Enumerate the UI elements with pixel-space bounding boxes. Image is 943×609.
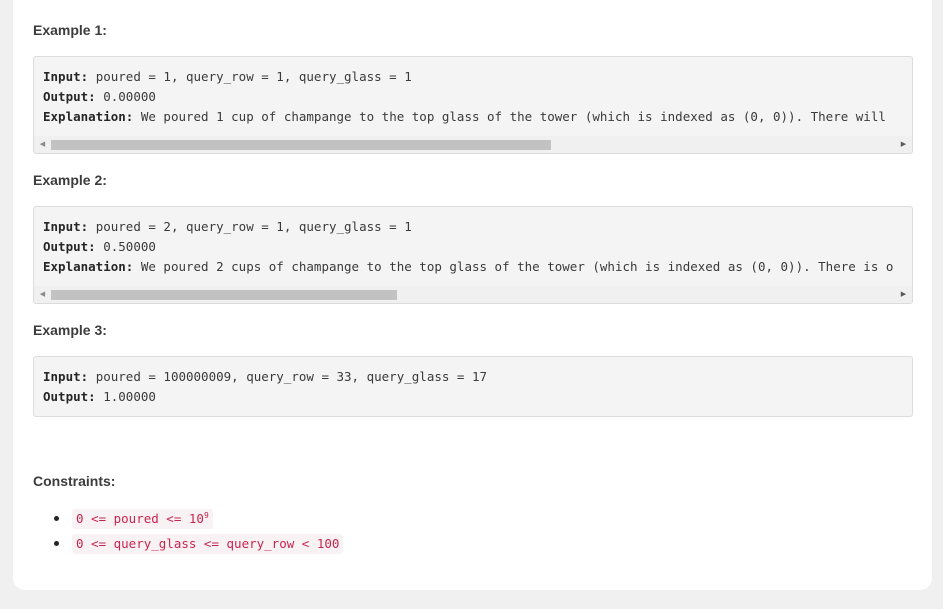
- output-value: 0.00000: [103, 89, 156, 104]
- example-2-output-line: Output: 0.50000: [43, 237, 156, 257]
- scroll-right-arrow-icon[interactable]: ▶: [895, 136, 912, 153]
- output-value: 0.50000: [103, 239, 156, 254]
- input-label: Input:: [43, 219, 89, 234]
- explanation-label: Explanation:: [43, 109, 134, 124]
- example-1-code-block: Input: poured = 1, query_row = 1, query_…: [33, 56, 913, 154]
- constraint-text: 0 <= query_glass <= query_row < 100: [76, 536, 340, 551]
- scroll-left-arrow-icon[interactable]: ◀: [34, 136, 51, 153]
- explanation-value: We poured 2 cups of champange to the top…: [140, 259, 894, 274]
- example-1-output-line: Output: 0.00000: [43, 87, 156, 107]
- example-3-heading: Example 3:: [33, 322, 107, 338]
- output-label: Output:: [43, 389, 96, 404]
- example-1-horizontal-scrollbar[interactable]: ◀ ▶: [34, 136, 912, 153]
- scrollbar-thumb[interactable]: [51, 290, 397, 300]
- scrollbar-thumb[interactable]: [51, 140, 551, 150]
- input-value: poured = 1, query_row = 1, query_glass =…: [95, 69, 412, 84]
- example-3-input-line: Input: poured = 100000009, query_row = 3…: [43, 367, 487, 387]
- example-1-explanation-line: Explanation: We poured 1 cup of champang…: [43, 107, 886, 127]
- input-value: poured = 2, query_row = 1, query_glass =…: [95, 219, 412, 234]
- constraints-heading: Constraints:: [33, 473, 116, 489]
- explanation-label: Explanation:: [43, 259, 134, 274]
- example-2-code-block: Input: poured = 2, query_row = 1, query_…: [33, 206, 913, 304]
- output-value: 1.00000: [103, 389, 156, 404]
- example-3-output-line: Output: 1.00000: [43, 387, 156, 407]
- input-label: Input:: [43, 69, 89, 84]
- example-2-input-line: Input: poured = 2, query_row = 1, query_…: [43, 217, 412, 237]
- example-2-heading: Example 2:: [33, 172, 107, 188]
- example-2-explanation-line: Explanation: We poured 2 cups of champan…: [43, 257, 893, 277]
- input-label: Input:: [43, 369, 89, 384]
- output-label: Output:: [43, 239, 96, 254]
- scroll-right-arrow-icon[interactable]: ▶: [895, 286, 912, 303]
- constraint-code: 0 <= query_glass <= query_row < 100: [72, 534, 344, 554]
- exponent: 9: [203, 510, 209, 520]
- bullet-icon: [54, 541, 59, 546]
- output-label: Output:: [43, 89, 96, 104]
- example-1-heading: Example 1:: [33, 22, 107, 38]
- example-1-input-line: Input: poured = 1, query_row = 1, query_…: [43, 67, 412, 87]
- scroll-left-arrow-icon[interactable]: ◀: [34, 286, 51, 303]
- example-3-code-block: Input: poured = 100000009, query_row = 3…: [33, 356, 913, 417]
- constraint-code: 0 <= poured <= 109: [72, 509, 213, 529]
- constraint-text: 0 <= poured <= 10: [76, 511, 204, 526]
- example-2-horizontal-scrollbar[interactable]: ◀ ▶: [34, 286, 912, 303]
- input-value: poured = 100000009, query_row = 33, quer…: [95, 369, 488, 384]
- bullet-icon: [54, 516, 59, 521]
- explanation-value: We poured 1 cup of champange to the top …: [140, 109, 886, 124]
